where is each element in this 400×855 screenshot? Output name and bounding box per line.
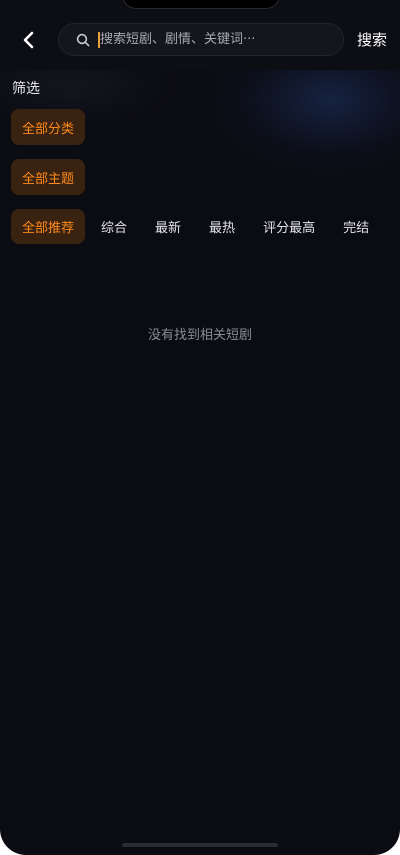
sort-row: 全部推荐 综合 最新 最热 评分最高 完结 bbox=[11, 209, 397, 244]
app-screen: 搜索 筛选 全部分类 全部主题 全部推荐 综合 最新 最热 评分最高 完结 没有… bbox=[0, 0, 400, 855]
sort-tab-top-rated[interactable]: 评分最高 bbox=[263, 217, 315, 236]
search-bar[interactable] bbox=[58, 23, 344, 56]
recommend-filter-chip[interactable]: 全部推荐 bbox=[11, 209, 86, 244]
search-button[interactable]: 搜索 bbox=[357, 29, 387, 50]
theme-filter-chip[interactable]: 全部主题 bbox=[11, 159, 86, 195]
back-button[interactable] bbox=[14, 26, 44, 54]
home-indicator bbox=[122, 843, 278, 847]
category-filter-chip[interactable]: 全部分类 bbox=[11, 109, 86, 145]
dynamic-island bbox=[122, 0, 280, 9]
sort-tab-newest[interactable]: 最新 bbox=[155, 217, 181, 236]
sort-tab-completed[interactable]: 完结 bbox=[343, 217, 369, 236]
search-icon bbox=[76, 33, 90, 47]
sort-tab-hottest[interactable]: 最热 bbox=[209, 217, 235, 236]
sort-tab-comprehensive[interactable]: 综合 bbox=[101, 217, 127, 236]
filter-title: 筛选 bbox=[12, 81, 40, 97]
search-input[interactable] bbox=[100, 32, 343, 47]
empty-state-message: 没有找到相关短剧 bbox=[147, 328, 252, 343]
chevron-left-icon bbox=[23, 31, 34, 49]
